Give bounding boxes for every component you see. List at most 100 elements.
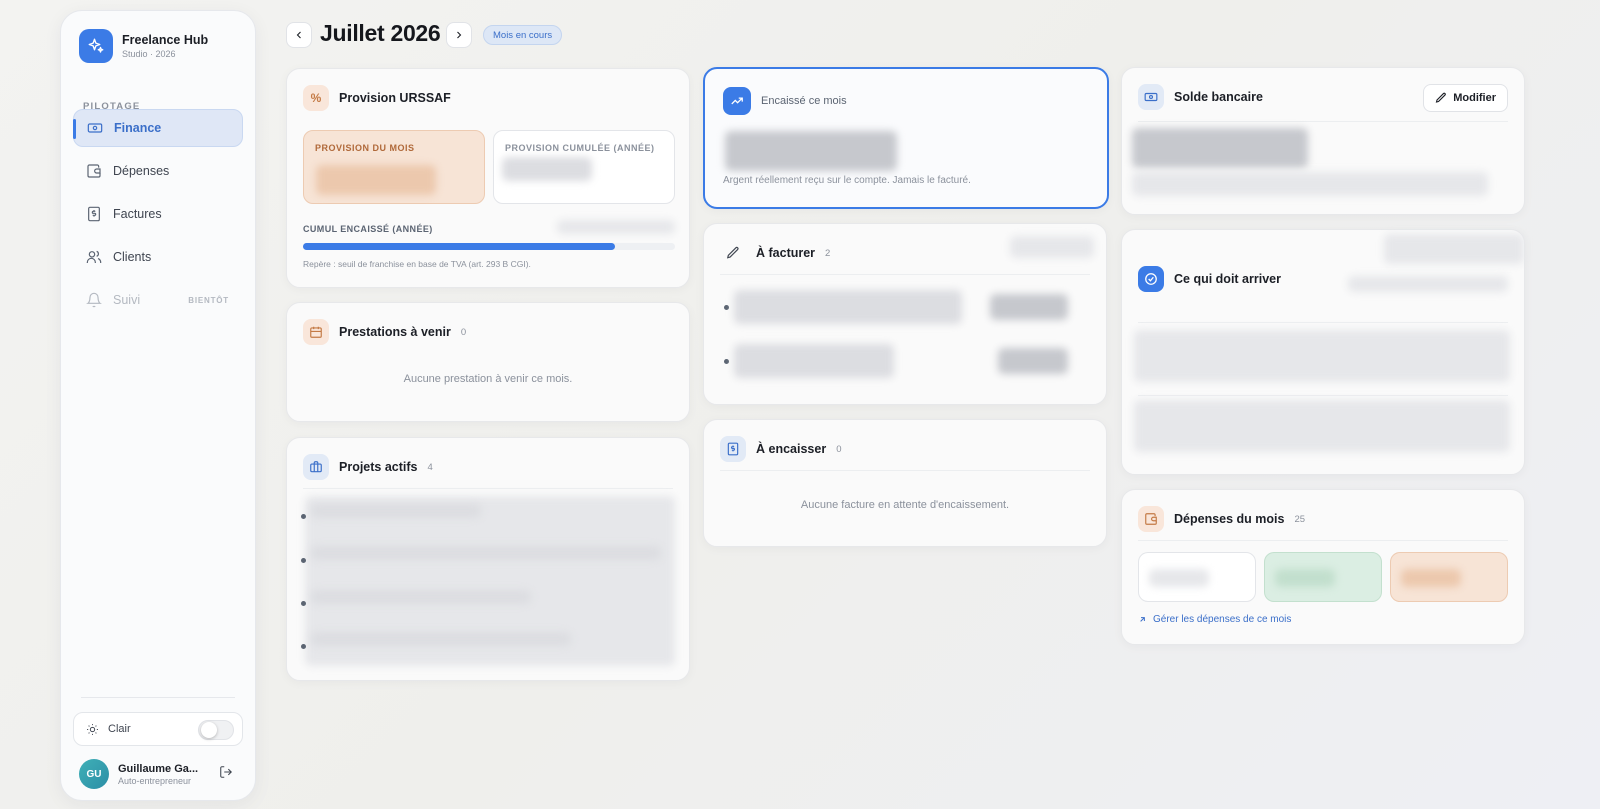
briefcase-icon <box>303 454 329 480</box>
list-bullet <box>301 514 306 519</box>
a-facturer-card: À facturer 2 <box>703 223 1107 405</box>
provision-cumulative-box: PROVISION CUMULÉE (ANNÉE) <box>493 130 675 204</box>
users-icon <box>85 248 103 266</box>
page-title: Juillet 2026 <box>320 20 441 46</box>
invoice-item[interactable] <box>734 290 962 324</box>
card-divider <box>720 470 1090 471</box>
coming-soon-badge: BIENTÔT <box>188 295 229 305</box>
empty-message: Aucune facture en attente d'encaissement… <box>800 499 1010 511</box>
solde-amount-blurred <box>1132 128 1308 168</box>
list-item[interactable] <box>311 632 571 646</box>
brand-name: Freelance Hub <box>122 33 209 47</box>
sidebar-item-clients[interactable]: Clients <box>73 238 243 276</box>
calendar-icon <box>303 319 329 345</box>
projets-card: Projets actifs 4 <box>286 437 690 681</box>
card-title: À facturer <box>756 246 816 260</box>
list-item[interactable] <box>311 590 531 604</box>
sidebar-item-factures[interactable]: Factures <box>73 195 243 233</box>
bell-icon <box>85 291 103 309</box>
card-title: Encaissé ce mois <box>761 95 847 107</box>
list-item[interactable] <box>311 546 661 560</box>
modifier-button[interactable]: Modifier <box>1423 84 1508 112</box>
card-divider <box>1138 395 1508 396</box>
expense-tile[interactable] <box>1138 552 1256 602</box>
trending-up-icon <box>723 87 751 115</box>
cumul-label: CUMUL ENCAISSÉ (ANNÉE) <box>303 224 433 234</box>
pencil-icon <box>720 240 746 266</box>
urssaf-card: % Provision URSSAF PROVISION DU MOIS PRO… <box>286 68 690 288</box>
pencil-icon <box>1435 92 1447 103</box>
sidebar-item-suivi: Suivi BIENTÔT <box>73 281 243 319</box>
user-name: Guillaume Ga... <box>118 762 199 775</box>
theme-toggle-row[interactable]: Clair <box>73 712 243 746</box>
sidebar-item-label: Clients <box>113 250 152 264</box>
card-count: 2 <box>825 247 831 259</box>
arriver-item[interactable] <box>1134 400 1510 452</box>
arriver-summary-blurred <box>1348 276 1508 292</box>
encaisse-note: Argent réellement reçu sur le compte. Ja… <box>723 175 971 186</box>
user-profile[interactable]: GU Guillaume Ga... Auto-entrepreneur <box>79 759 239 789</box>
user-role: Auto-entrepreneur <box>118 775 192 786</box>
card-title: Projets actifs <box>339 460 418 474</box>
card-title: Ce qui doit arriver <box>1174 272 1281 286</box>
chevron-left-icon <box>296 31 301 39</box>
card-divider <box>1138 540 1508 541</box>
provision-month-label: PROVISION DU MOIS <box>315 143 415 153</box>
manage-expenses-label: Gérer les dépenses de ce mois <box>1153 614 1292 625</box>
encaisse-card: Encaissé ce mois Argent réellement reçu … <box>703 67 1109 209</box>
cumul-progress-bar <box>303 243 675 250</box>
arriver-item[interactable] <box>1134 330 1510 382</box>
logout-icon[interactable] <box>219 765 233 784</box>
solde-details-blurred <box>1132 172 1488 196</box>
prev-month-button[interactable] <box>286 22 312 48</box>
cumul-value-blurred <box>557 220 675 234</box>
empty-message: Aucune prestation à venir ce mois. <box>403 373 573 385</box>
provision-cumulative-label: PROVISION CUMULÉE (ANNÉE) <box>505 143 655 153</box>
brand[interactable]: Freelance Hub Studio · 2026 <box>79 29 208 63</box>
list-bullet <box>724 359 729 364</box>
card-divider <box>1138 121 1508 122</box>
provision-month-value-blurred <box>316 165 436 195</box>
list-item[interactable] <box>311 504 481 518</box>
banknote-icon <box>1138 84 1164 110</box>
expense-tile-value <box>1401 569 1461 587</box>
next-month-button[interactable] <box>446 22 472 48</box>
theme-toggle[interactable] <box>198 720 234 740</box>
invoice-icon <box>720 436 746 462</box>
list-bullet <box>301 558 306 563</box>
sidebar-item-label: Factures <box>113 207 162 221</box>
sun-icon <box>86 723 99 736</box>
card-divider <box>720 274 1090 275</box>
prestations-card: Prestations à venir 0 Aucune prestation … <box>286 302 690 422</box>
card-title: Provision URSSAF <box>339 91 451 105</box>
card-count: 0 <box>836 443 842 455</box>
invoice-icon <box>85 205 103 223</box>
list-bullet <box>301 601 306 606</box>
expense-tile[interactable] <box>1390 552 1508 602</box>
invoice-item[interactable] <box>734 344 894 378</box>
arriver-filter-blurred <box>1384 234 1524 264</box>
sidebar-item-finance[interactable]: Finance <box>73 109 243 147</box>
card-divider <box>1138 322 1508 323</box>
arrow-up-right-icon <box>1140 617 1145 622</box>
sidebar-item-label: Suivi <box>113 293 141 307</box>
provision-cumulative-value-blurred <box>502 157 592 181</box>
card-count: 25 <box>1294 513 1306 525</box>
sidebar: Freelance Hub Studio · 2026 PILOTAGE Fin… <box>60 10 256 801</box>
wallet-icon <box>1138 506 1164 532</box>
progress-note: Repère : seuil de franchise en base de T… <box>303 259 531 269</box>
manage-expenses-link[interactable]: Gérer les dépenses de ce mois <box>1138 614 1291 625</box>
depenses-card: Dépenses du mois 25 Gérer les dépenses d… <box>1121 489 1525 645</box>
list-bullet <box>724 305 729 310</box>
arriver-card: Ce qui doit arriver <box>1121 229 1525 475</box>
a-encaisser-card: À encaisser 0 Aucune facture en attente … <box>703 419 1107 547</box>
sidebar-item-depenses[interactable]: Dépenses <box>73 152 243 190</box>
expense-tile[interactable] <box>1264 552 1382 602</box>
sparkles-icon <box>79 29 113 63</box>
check-circle-icon <box>1138 266 1164 292</box>
avatar: GU <box>79 759 109 789</box>
modifier-label: Modifier <box>1453 92 1496 104</box>
encaisse-amount-blurred <box>725 131 897 171</box>
card-count: 0 <box>460 326 467 338</box>
solde-card: Solde bancaire Modifier <box>1121 67 1525 215</box>
